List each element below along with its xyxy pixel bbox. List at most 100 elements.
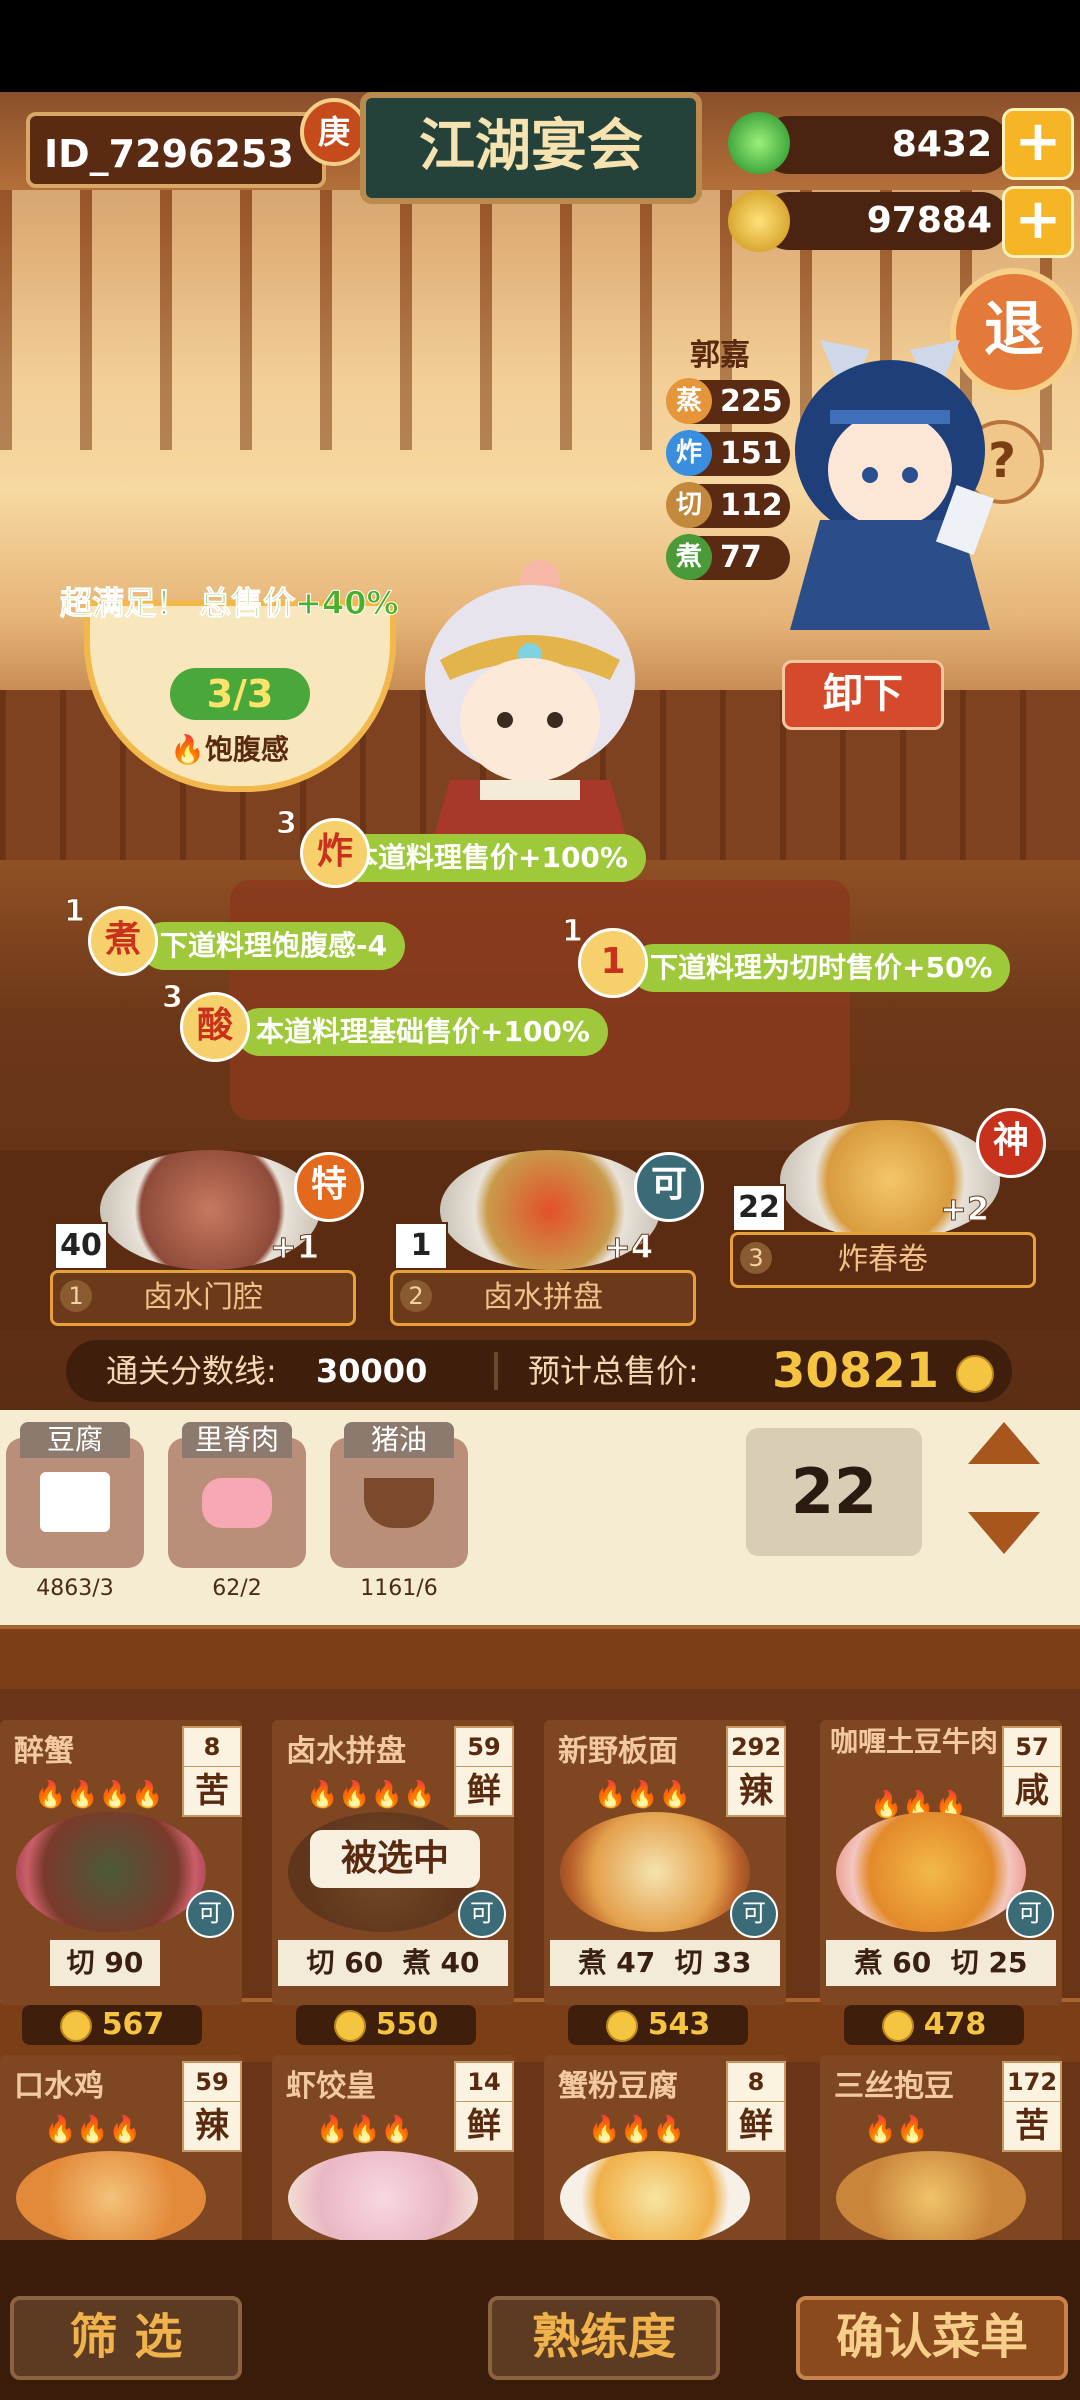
sour-effect-icon: 酸 bbox=[180, 992, 250, 1062]
jade-counter: 8432 bbox=[760, 116, 1010, 174]
dish-qty: 40 bbox=[54, 1222, 108, 1270]
id-badge: 庚 bbox=[300, 98, 368, 166]
served-dish-3[interactable]: 炸春卷 3 22 +2 神 bbox=[730, 1108, 1046, 1300]
grade-badge: 可 bbox=[730, 1890, 778, 1938]
coin-icon bbox=[333, 2009, 366, 2042]
recipe-skills: 煮 60 切 25 bbox=[826, 1940, 1056, 1986]
pass-score-label: 通关分数线: bbox=[106, 1352, 277, 1390]
flame-icon: 🔥🔥 bbox=[864, 2115, 929, 2145]
recipe-card[interactable]: 三丝抱豆 172 苦 🔥🔥 bbox=[820, 2055, 1062, 2245]
dish-image bbox=[16, 2151, 206, 2245]
recipe-skills: 煮 47 切 33 bbox=[550, 1940, 780, 1986]
ingredient-lard[interactable]: 猪油 1161/6 bbox=[330, 1422, 468, 1601]
coin-icon bbox=[881, 2009, 914, 2042]
dish-name: 炸春卷 bbox=[730, 1232, 1036, 1288]
cut-icon: 切 bbox=[666, 482, 712, 528]
served-dish-1[interactable]: 卤水门腔 1 40 +1 特 bbox=[50, 1150, 364, 1326]
recipe-card[interactable]: 醉蟹 8苦 🔥🔥🔥🔥 可 切 90 bbox=[0, 1720, 242, 2005]
recipe-price: 550 bbox=[296, 2005, 476, 2045]
flame-icon: 🔥🔥🔥 bbox=[44, 2115, 142, 2145]
recipe-card[interactable]: 蟹粉豆腐 8鲜 🔥🔥🔥 bbox=[544, 2055, 786, 2245]
flame-icon: 🔥 bbox=[170, 733, 205, 766]
effect-tag: 本道料理基础售价+100% bbox=[236, 1008, 608, 1056]
recipe-price: 543 bbox=[568, 2005, 748, 2045]
dish-name: 卤水拼盘 bbox=[390, 1270, 696, 1326]
decrease-arrow-icon[interactable] bbox=[966, 1510, 1042, 1556]
boil-effect-icon: 煮 bbox=[88, 906, 158, 976]
recipe-skills: 切 90 bbox=[50, 1940, 160, 1986]
coin-icon bbox=[956, 1355, 994, 1393]
jade-icon bbox=[728, 112, 790, 174]
shelf bbox=[0, 1625, 1080, 1689]
pass-score-value: 30000 bbox=[316, 1352, 428, 1390]
dish-image bbox=[288, 2151, 478, 2245]
flame-icon: 🔥🔥🔥🔥 bbox=[306, 1780, 436, 1810]
dish-bonus: +1 bbox=[269, 1228, 320, 1267]
grade-badge: 可 bbox=[1006, 1890, 1054, 1938]
player-id: ID_7296253 bbox=[26, 112, 326, 188]
add-coin-button[interactable]: + bbox=[1002, 186, 1074, 258]
dish-image bbox=[16, 1812, 206, 1932]
fullness-label: 🔥饱腹感 bbox=[170, 733, 289, 766]
chef-portrait[interactable] bbox=[760, 330, 1030, 630]
ingredient-qty: 62/2 bbox=[212, 1576, 262, 1601]
ingredient-tenderloin[interactable]: 里脊肉 62/2 bbox=[168, 1422, 306, 1601]
fry-icon: 炸 bbox=[666, 430, 712, 476]
table-scroll bbox=[230, 880, 850, 1120]
dish-image bbox=[836, 1812, 1026, 1932]
chef-name: 郭嘉 bbox=[690, 338, 750, 373]
dish-count-display: 22 bbox=[746, 1428, 922, 1556]
recipe-skills: 切 60 煮 40 bbox=[278, 1940, 508, 1986]
flame-icon: 🔥🔥🔥 bbox=[588, 2115, 686, 2145]
tofu-icon bbox=[40, 1472, 110, 1532]
effect-tag: 本道料理售价+100% bbox=[330, 834, 646, 882]
coin-icon bbox=[605, 2009, 638, 2042]
recipe-price: 478 bbox=[844, 2005, 1024, 2045]
dish-qty: 22 bbox=[732, 1184, 786, 1232]
coin-icon bbox=[728, 190, 790, 252]
satisfaction-text: 超满足！ 总售价+40% bbox=[60, 584, 400, 623]
banquet-title: 江湖宴会 bbox=[360, 92, 702, 204]
ingredient-qty: 1161/6 bbox=[360, 1576, 438, 1601]
served-dish-2[interactable]: 卤水拼盘 2 1 +4 可 bbox=[390, 1150, 704, 1326]
recipe-price: 567 bbox=[22, 2005, 202, 2045]
add-jade-button[interactable]: + bbox=[1002, 108, 1074, 180]
dish-image bbox=[836, 2151, 1026, 2245]
effect-tag: 下道料理为切时售价+50% bbox=[630, 944, 1011, 992]
grade-badge: 可 bbox=[186, 1890, 234, 1938]
increase-arrow-icon[interactable] bbox=[966, 1420, 1042, 1466]
boil-icon: 煮 bbox=[666, 534, 712, 580]
steam-icon: 蒸 bbox=[666, 378, 712, 424]
dish-qty: 1 bbox=[394, 1222, 448, 1270]
ingredient-qty: 4863/3 bbox=[36, 1576, 114, 1601]
total-price-value: 30821 bbox=[772, 1343, 939, 1399]
grade-badge: 可 bbox=[634, 1152, 704, 1222]
lard-icon bbox=[364, 1478, 434, 1528]
score-bar: 通关分数线: 30000 预计总售价: 30821 bbox=[66, 1340, 1012, 1402]
recipe-card[interactable]: 口水鸡 59 辣 🔥🔥🔥 bbox=[0, 2055, 242, 2245]
dish-name: 卤水门腔 bbox=[50, 1270, 356, 1326]
selected-label: 被选中 bbox=[310, 1830, 480, 1888]
total-price-label: 预计总售价: bbox=[528, 1352, 699, 1390]
coin-counter: 97884 bbox=[760, 192, 1010, 250]
ingredient-tofu[interactable]: 豆腐 4863/3 bbox=[6, 1422, 144, 1601]
grade-badge: 神 bbox=[976, 1108, 1046, 1178]
mastery-button[interactable]: 熟练度 bbox=[488, 2296, 720, 2380]
confirm-menu-button[interactable]: 确认菜单 bbox=[796, 2296, 1068, 2380]
recipe-card[interactable]: 咖喱土豆牛肉 57 咸 🔥🔥🔥 可 煮 60 切 25 bbox=[820, 1720, 1062, 2005]
fullness-count: 3/3 bbox=[170, 668, 310, 720]
fry-effect-icon: 炸 bbox=[300, 818, 370, 888]
filter-button[interactable]: 筛 选 bbox=[10, 2296, 242, 2380]
divider bbox=[494, 1352, 498, 1390]
recipe-card[interactable]: 虾饺皇 14 鲜 🔥🔥🔥 bbox=[272, 2055, 514, 2245]
grade-badge: 特 bbox=[294, 1152, 364, 1222]
flame-icon: 🔥🔥🔥 bbox=[594, 1780, 692, 1810]
grade-badge: 可 bbox=[458, 1890, 506, 1938]
customer-grandma bbox=[425, 560, 635, 850]
dish-bonus: +2 bbox=[939, 1190, 990, 1229]
recipe-card[interactable]: 新野板面 292 辣 🔥🔥🔥 可 煮 47 切 33 bbox=[544, 1720, 786, 2005]
knife-effect-icon: 1 bbox=[578, 928, 648, 998]
dish-image bbox=[560, 1812, 750, 1932]
unload-chef-button[interactable]: 卸下 bbox=[782, 660, 944, 730]
coin-icon bbox=[59, 2009, 92, 2042]
